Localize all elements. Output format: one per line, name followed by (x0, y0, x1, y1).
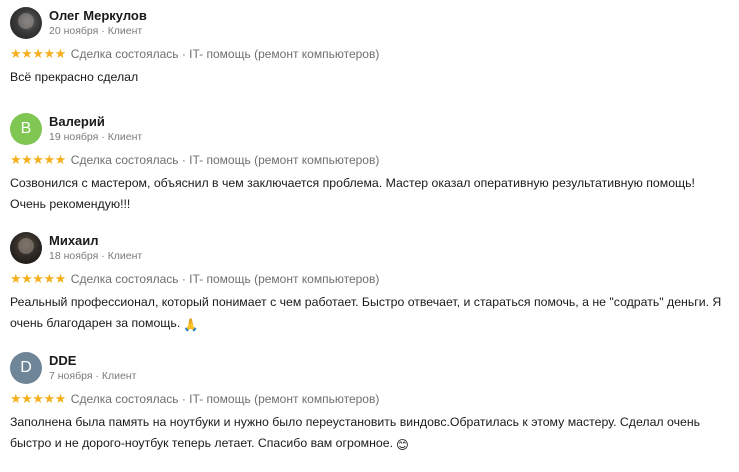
review-date: 18 ноября (49, 250, 99, 262)
avatar[interactable] (10, 7, 42, 39)
author-meta: DDE 7 ноября · Клиент (49, 353, 136, 383)
star-rating: ★★★★★ (10, 152, 66, 167)
smiling-face-emoji: 😊 (396, 438, 409, 452)
review-text: Созвонился с мастером, объяснил в чем за… (10, 173, 735, 215)
author-name[interactable]: Валерий (49, 114, 142, 130)
rating-row: ★★★★★ Сделка состоялась · IT- помощь (ре… (10, 391, 735, 407)
review-text-line: быстро и не дорого-ноутбук теперь летает… (10, 436, 394, 450)
review-date: 7 ноября (49, 370, 93, 382)
review-meta: 7 ноября · Клиент (49, 369, 136, 383)
review-header: D DDE 7 ноября · Клиент (10, 352, 735, 384)
review-header: Олег Меркулов 20 ноября · Клиент (10, 7, 735, 39)
rating-row: ★★★★★ Сделка состоялась · IT- помощь (ре… (10, 271, 735, 287)
author-role: Клиент (101, 370, 137, 382)
avatar[interactable] (10, 232, 42, 264)
review-card: D DDE 7 ноября · Клиент ★★★★★ Сделка сос… (10, 352, 735, 456)
deal-info: Сделка состоялась · IT- помощь (ремонт к… (70, 153, 380, 167)
review-text-line-wrap: очень благодарен за помощь. 🙏 (10, 313, 735, 336)
review-text-line: Заполнена была память на ноутбуки и нужн… (10, 415, 701, 429)
author-name[interactable]: Олег Меркулов (49, 8, 147, 24)
star-rating: ★★★★★ (10, 271, 66, 286)
author-role: Клиент (107, 25, 143, 37)
separator: · (98, 131, 108, 143)
author-name[interactable]: DDE (49, 353, 136, 369)
review-date: 19 ноября (49, 131, 99, 143)
review-meta: 18 ноября · Клиент (49, 249, 142, 263)
review-text-line-wrap: быстро и не дорого-ноутбук теперь летает… (10, 433, 735, 456)
avatar[interactable]: В (10, 113, 42, 145)
author-meta: Олег Меркулов 20 ноября · Клиент (49, 8, 147, 38)
review-header: Михаил 18 ноября · Клиент (10, 232, 735, 264)
deal-info: Сделка состоялась · IT- помощь (ремонт к… (70, 392, 380, 406)
deal-info: Сделка состоялась · IT- помощь (ремонт к… (70, 47, 380, 61)
review-text-line: очень благодарен за помощь. (10, 316, 181, 330)
avatar[interactable]: D (10, 352, 42, 384)
review-text-line: Очень рекомендую!!! (10, 197, 131, 211)
author-role: Клиент (107, 131, 143, 143)
avatar-photo (18, 13, 34, 29)
separator: · (98, 25, 108, 37)
review-card: Михаил 18 ноября · Клиент ★★★★★ Сделка с… (10, 232, 735, 336)
star-rating: ★★★★★ (10, 391, 66, 406)
review-text: Заполнена была память на ноутбуки и нужн… (10, 412, 735, 456)
avatar-photo (18, 238, 34, 254)
avatar-letter: В (20, 120, 32, 137)
author-meta: Михаил 18 ноября · Клиент (49, 233, 142, 263)
avatar-letter: D (20, 359, 32, 376)
separator: · (92, 370, 102, 382)
rating-row: ★★★★★ Сделка состоялась · IT- помощь (ре… (10, 152, 735, 168)
author-name[interactable]: Михаил (49, 233, 142, 249)
separator: · (98, 250, 108, 262)
review-header: В Валерий 19 ноября · Клиент (10, 113, 735, 145)
review-text: Всё прекрасно сделал (10, 67, 735, 88)
author-role: Клиент (107, 250, 143, 262)
rating-row: ★★★★★ Сделка состоялась · IT- помощь (ре… (10, 46, 735, 62)
review-card: В Валерий 19 ноября · Клиент ★★★★★ Сделк… (10, 113, 735, 215)
review-text-line: Созвонился с мастером, объяснил в чем за… (10, 176, 695, 190)
review-card: Олег Меркулов 20 ноября · Клиент ★★★★★ С… (10, 7, 735, 88)
author-meta: Валерий 19 ноября · Клиент (49, 114, 142, 144)
star-rating: ★★★★★ (10, 46, 66, 61)
review-meta: 20 ноября · Клиент (49, 24, 147, 38)
review-text-line: Всё прекрасно сделал (10, 70, 139, 84)
review-date: 20 ноября (49, 25, 99, 37)
deal-info: Сделка состоялась · IT- помощь (ремонт к… (70, 272, 380, 286)
review-text-line: Реальный профессионал, который понимает … (10, 295, 722, 309)
review-text: Реальный профессионал, который понимает … (10, 292, 735, 336)
praying-hands-emoji: 🙏 (183, 318, 199, 332)
review-meta: 19 ноября · Клиент (49, 130, 142, 144)
